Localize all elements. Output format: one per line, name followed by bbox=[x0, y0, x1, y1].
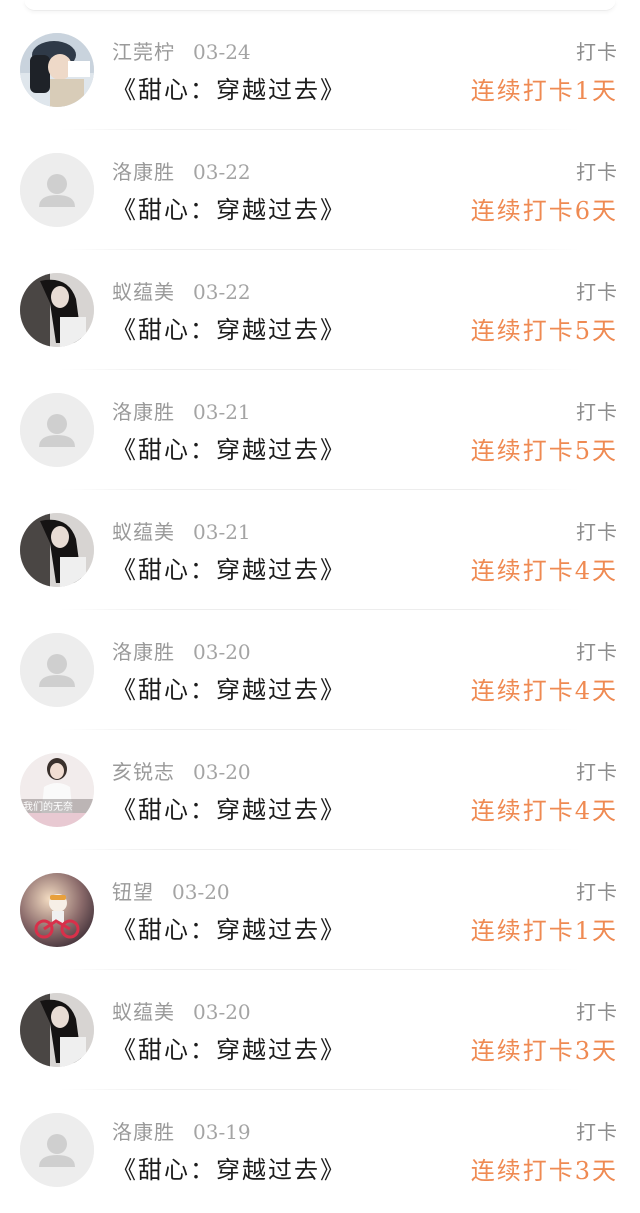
default-user-icon bbox=[20, 1113, 94, 1187]
book-title[interactable]: 《甜心：穿越过去》 bbox=[112, 430, 346, 465]
user-name[interactable]: 钮望 bbox=[112, 880, 154, 904]
action-label: 打卡 bbox=[576, 880, 618, 904]
default-user-icon bbox=[20, 393, 94, 467]
streak-label: 连续打卡4天 bbox=[470, 797, 618, 825]
book-title[interactable]: 《甜心：穿越过去》 bbox=[112, 1150, 346, 1185]
list-item[interactable]: 洛康胜 03-21 《甜心：穿越过去》 打卡 连续打卡5天 bbox=[0, 370, 640, 490]
user-line: 洛康胜 03-21 bbox=[112, 396, 251, 425]
list-item[interactable]: 洛康胜 03-22 《甜心：穿越过去》 打卡 连续打卡6天 bbox=[0, 130, 640, 250]
checkin-date: 03-24 bbox=[193, 40, 251, 64]
checkin-list: 江莞柠 03-24 《甜心：穿越过去》 打卡 连续打卡1天 洛康胜 03-22 《甜… bbox=[0, 10, 640, 1210]
streak-label: 连续打卡1天 bbox=[470, 917, 618, 945]
avatar[interactable] bbox=[20, 513, 94, 587]
checkin-date: 03-20 bbox=[172, 880, 230, 904]
avatar[interactable] bbox=[20, 873, 94, 947]
streak-label: 连续打卡6天 bbox=[470, 197, 618, 225]
user-name[interactable]: 蚁蕴美 bbox=[112, 520, 175, 544]
top-card-edge bbox=[0, 0, 640, 11]
user-name[interactable]: 洛康胜 bbox=[112, 160, 175, 184]
user-line: 洛康胜 03-19 bbox=[112, 1116, 251, 1145]
user-line: 蚁蕴美 03-22 bbox=[112, 276, 251, 305]
checkin-date: 03-20 bbox=[193, 1000, 251, 1024]
default-user-icon bbox=[20, 633, 94, 707]
user-name[interactable]: 洛康胜 bbox=[112, 640, 175, 664]
book-title[interactable]: 《甜心：穿越过去》 bbox=[112, 1030, 346, 1065]
list-item[interactable]: 江莞柠 03-24 《甜心：穿越过去》 打卡 连续打卡1天 bbox=[0, 10, 640, 130]
action-label: 打卡 bbox=[576, 640, 618, 664]
checkin-date: 03-21 bbox=[193, 520, 251, 544]
checkin-date: 03-20 bbox=[193, 640, 251, 664]
photo-dark-hair-icon bbox=[20, 273, 94, 347]
user-line: 钮望 03-20 bbox=[112, 876, 230, 905]
book-title[interactable]: 《甜心：穿越过去》 bbox=[112, 310, 346, 345]
photo-dark-hair-icon bbox=[20, 993, 94, 1067]
default-user-icon bbox=[20, 153, 94, 227]
photo-dark-hair-icon bbox=[20, 513, 94, 587]
photo-cartoon-bike-icon bbox=[20, 873, 94, 947]
user-name[interactable]: 蚁蕴美 bbox=[112, 280, 175, 304]
user-line: 江莞柠 03-24 bbox=[112, 36, 251, 65]
list-item[interactable]: 洛康胜 03-20 《甜心：穿越过去》 打卡 连续打卡4天 bbox=[0, 610, 640, 730]
action-label: 打卡 bbox=[576, 280, 618, 304]
book-title[interactable]: 《甜心：穿越过去》 bbox=[112, 790, 346, 825]
user-name[interactable]: 洛康胜 bbox=[112, 1120, 175, 1144]
streak-label: 连续打卡3天 bbox=[470, 1037, 618, 1065]
user-line: 洛康胜 03-20 bbox=[112, 636, 251, 665]
action-label: 打卡 bbox=[576, 520, 618, 544]
streak-label: 连续打卡5天 bbox=[470, 437, 618, 465]
user-name[interactable]: 洛康胜 bbox=[112, 400, 175, 424]
book-title[interactable]: 《甜心：穿越过去》 bbox=[112, 550, 346, 585]
action-label: 打卡 bbox=[576, 760, 618, 784]
avatar[interactable] bbox=[20, 633, 94, 707]
user-line: 洛康胜 03-22 bbox=[112, 156, 251, 185]
avatar[interactable] bbox=[20, 33, 94, 107]
avatar[interactable] bbox=[20, 153, 94, 227]
book-title[interactable]: 《甜心：穿越过去》 bbox=[112, 670, 346, 705]
list-item[interactable]: 洛康胜 03-19 《甜心：穿越过去》 打卡 连续打卡3天 bbox=[0, 1090, 640, 1210]
user-line: 亥锐志 03-20 bbox=[112, 756, 251, 785]
checkin-date: 03-19 bbox=[193, 1120, 251, 1144]
list-item[interactable]: 蚁蕴美 03-22 《甜心：穿越过去》 打卡 连续打卡5天 bbox=[0, 250, 640, 370]
photo-girl-white-icon: 我们的无奈 bbox=[20, 753, 94, 827]
action-label: 打卡 bbox=[576, 1120, 618, 1144]
checkin-date: 03-22 bbox=[193, 160, 251, 184]
streak-label: 连续打卡3天 bbox=[470, 1157, 618, 1185]
user-name[interactable]: 亥锐志 bbox=[112, 760, 175, 784]
streak-label: 连续打卡5天 bbox=[470, 317, 618, 345]
photo-girl-cap-icon bbox=[20, 33, 94, 107]
avatar-caption: 我们的无奈 bbox=[23, 800, 73, 813]
list-item[interactable]: 我们的无奈 亥锐志 03-20 《甜心：穿越过去》 打卡 连续打卡4天 bbox=[0, 730, 640, 850]
list-item[interactable]: 蚁蕴美 03-21 《甜心：穿越过去》 打卡 连续打卡4天 bbox=[0, 490, 640, 610]
book-title[interactable]: 《甜心：穿越过去》 bbox=[112, 190, 346, 225]
avatar[interactable] bbox=[20, 273, 94, 347]
list-item[interactable]: 钮望 03-20 《甜心：穿越过去》 打卡 连续打卡1天 bbox=[0, 850, 640, 970]
streak-label: 连续打卡1天 bbox=[470, 77, 618, 105]
user-name[interactable]: 江莞柠 bbox=[112, 40, 175, 64]
user-line: 蚁蕴美 03-20 bbox=[112, 996, 251, 1025]
avatar[interactable] bbox=[20, 993, 94, 1067]
avatar[interactable] bbox=[20, 393, 94, 467]
avatar[interactable]: 我们的无奈 bbox=[20, 753, 94, 827]
book-title[interactable]: 《甜心：穿越过去》 bbox=[112, 70, 346, 105]
user-name[interactable]: 蚁蕴美 bbox=[112, 1000, 175, 1024]
streak-label: 连续打卡4天 bbox=[470, 677, 618, 705]
user-line: 蚁蕴美 03-21 bbox=[112, 516, 251, 545]
action-label: 打卡 bbox=[576, 400, 618, 424]
action-label: 打卡 bbox=[576, 1000, 618, 1024]
book-title[interactable]: 《甜心：穿越过去》 bbox=[112, 910, 346, 945]
action-label: 打卡 bbox=[576, 160, 618, 184]
checkin-date: 03-22 bbox=[193, 280, 251, 304]
streak-label: 连续打卡4天 bbox=[470, 557, 618, 585]
list-item[interactable]: 蚁蕴美 03-20 《甜心：穿越过去》 打卡 连续打卡3天 bbox=[0, 970, 640, 1090]
action-label: 打卡 bbox=[576, 40, 618, 64]
avatar[interactable] bbox=[20, 1113, 94, 1187]
checkin-date: 03-21 bbox=[193, 400, 251, 424]
checkin-date: 03-20 bbox=[193, 760, 251, 784]
